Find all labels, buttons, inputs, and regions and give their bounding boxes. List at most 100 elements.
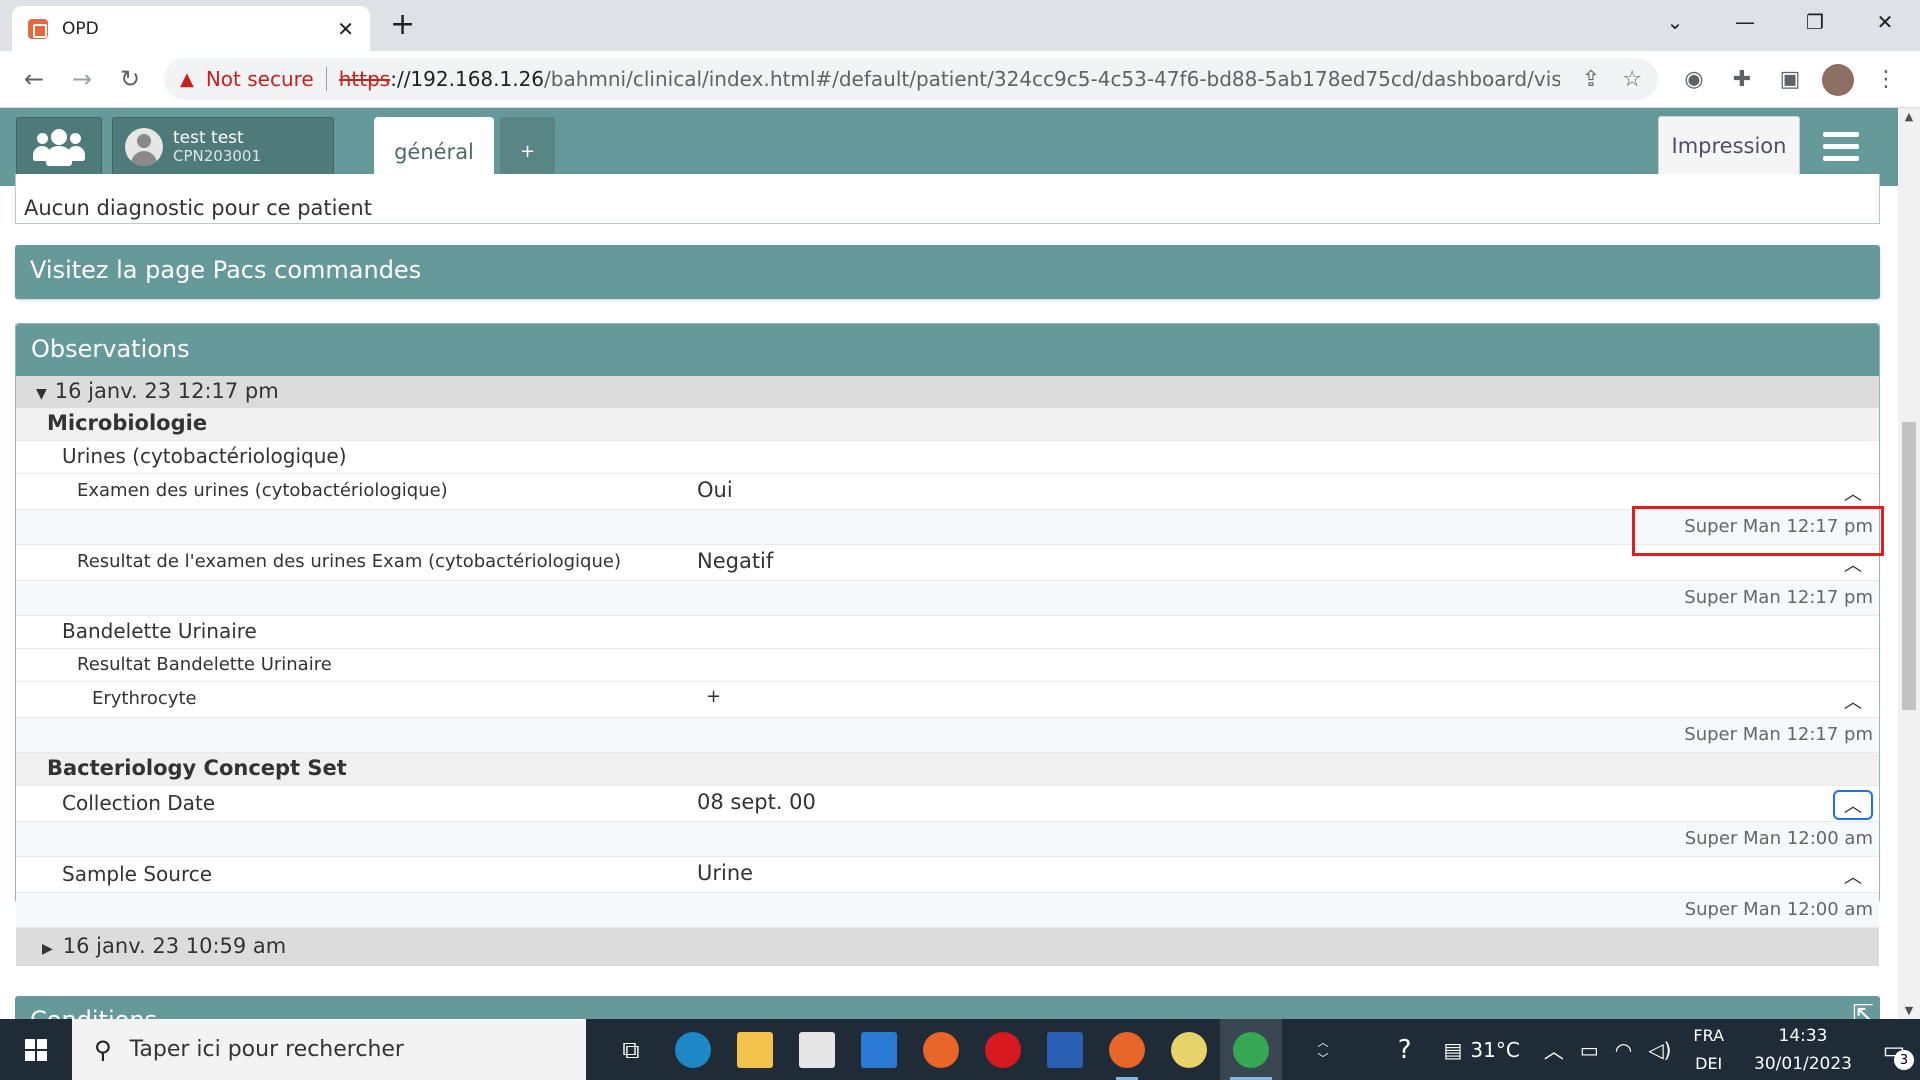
taskbar-search[interactable]: ⚲ Taper ici pour rechercher: [72, 1019, 586, 1080]
taskbar-scroll[interactable]: ︿ ﹀: [1310, 1019, 1336, 1080]
task-view-icon: ⧉: [622, 1035, 640, 1064]
share-icon[interactable]: ⇪: [1582, 67, 1600, 92]
open-external-icon[interactable]: ⇱: [1852, 1000, 1874, 1019]
media-player-icon: [1171, 1031, 1207, 1068]
subgroup-heading: Urines (cytobactériologique): [16, 441, 1879, 474]
tab-title: OPD: [62, 18, 99, 39]
opera-app[interactable]: [972, 1019, 1034, 1080]
close-window-button[interactable]: ✕: [1850, 0, 1920, 44]
observation-label: Sample Source: [62, 862, 213, 886]
minimize-button[interactable]: —: [1710, 0, 1780, 44]
mail-app[interactable]: [848, 1019, 910, 1080]
security-status[interactable]: Not secure: [206, 67, 314, 91]
observation-meta-row: Super Man 12:17 pm: [16, 581, 1879, 616]
word-icon: [1047, 1031, 1083, 1068]
observation-meta-row: Super Man 12:00 am: [16, 893, 1879, 928]
url-text[interactable]: https://192.168.1.26/bahmni/clinical/ind…: [339, 67, 1560, 91]
chrome-icon: [1233, 1031, 1269, 1068]
url-host: ://192.168.1.26: [390, 67, 545, 91]
task-view-button[interactable]: ⧉: [600, 1019, 662, 1080]
scrollbar-thumb[interactable]: [1902, 422, 1916, 710]
divider: [325, 67, 327, 91]
close-tab-icon[interactable]: ✕: [337, 17, 354, 41]
observation-label: Examen des urines (cytobactériologique): [77, 480, 448, 501]
encounter-date-row[interactable]: ▶ 16 janv. 23 10:59 am: [16, 928, 1879, 966]
input-language[interactable]: FRA DEI: [1693, 1022, 1724, 1078]
word-app[interactable]: [1034, 1019, 1096, 1080]
new-tab-button[interactable]: +: [390, 8, 415, 42]
hamburger-menu-icon[interactable]: [1808, 116, 1874, 176]
browser-tab[interactable]: OPD ✕: [12, 6, 370, 51]
observation-value: +: [706, 686, 722, 707]
scroll-up-icon[interactable]: ▲: [1898, 110, 1920, 123]
forward-button[interactable]: →: [58, 59, 106, 99]
patient-info[interactable]: test test CPN203001: [112, 117, 334, 177]
scroll-down-icon[interactable]: ▼: [1898, 1004, 1920, 1017]
caret-right-icon: ▶: [42, 941, 53, 957]
bookmark-star-icon[interactable]: ☆: [1622, 67, 1642, 92]
chevron-up-icon[interactable]: ︿: [1318, 1034, 1329, 1050]
tray-expand-icon[interactable]: ︿: [1544, 1035, 1564, 1064]
help-icon[interactable]: ?: [1398, 1035, 1412, 1065]
media-app[interactable]: [1158, 1019, 1220, 1080]
warning-triangle-icon[interactable]: ▲: [180, 69, 194, 90]
page-scrollbar[interactable]: ▲ ▼: [1898, 108, 1920, 1019]
volume-icon[interactable]: ◁): [1648, 1038, 1671, 1062]
url-scheme: https: [338, 67, 391, 91]
chevron-up-icon[interactable]: ︿: [1833, 549, 1873, 579]
address-bar[interactable]: ▲ Not secure https://192.168.1.26/bahmni…: [164, 58, 1658, 100]
observation-label: Resultat de l'examen des urines Exam (cy…: [77, 551, 621, 572]
chevron-up-icon[interactable]: ︿: [1833, 686, 1873, 716]
chevron-up-icon[interactable]: ︿: [1833, 478, 1873, 508]
kebab-menu-icon[interactable]: ⋮: [1862, 67, 1910, 92]
observation-value: Oui: [697, 478, 733, 502]
firefox-app[interactable]: [910, 1019, 972, 1080]
tab-search-icon[interactable]: ⌄: [1640, 0, 1710, 44]
firefox-app-2[interactable]: [1096, 1019, 1158, 1080]
edge-app[interactable]: [662, 1019, 724, 1080]
print-button[interactable]: Impression: [1658, 116, 1800, 176]
patient-id: CPN203001: [173, 147, 262, 165]
observation-row: Erythrocyte + ︿: [16, 682, 1879, 718]
wifi-icon[interactable]: ◠: [1615, 1038, 1632, 1062]
side-panel-icon[interactable]: ▣: [1766, 67, 1814, 92]
chevron-up-icon[interactable]: ︿: [1833, 861, 1873, 891]
weather-icon[interactable]: ▤: [1444, 1038, 1463, 1062]
profile-avatar[interactable]: [1822, 63, 1854, 96]
start-button[interactable]: [0, 1019, 72, 1080]
notification-center[interactable]: ▭ 3: [1868, 1019, 1920, 1080]
observation-row: Resultat de l'examen des urines Exam (cy…: [16, 545, 1879, 581]
users-icon: [33, 127, 85, 167]
battery-icon[interactable]: ▭: [1580, 1038, 1599, 1062]
conditions-section-header: Conditions ⇱: [15, 996, 1880, 1019]
store-app[interactable]: [786, 1019, 848, 1080]
puzzle-extensions-icon[interactable]: ✚: [1718, 67, 1766, 92]
encounter-date: 16 janv. 23 12:17 pm: [54, 379, 279, 403]
back-button[interactable]: ←: [10, 59, 58, 99]
system-tray: ? ▤ 31°C ︿ ▭ ◠ ◁) FRA DEI 14:33 30/01/20…: [1390, 1019, 1920, 1080]
windows-taskbar: ⚲ Taper ici pour rechercher ⧉ ︿ ﹀ ? ▤ 31°…: [0, 1019, 1920, 1080]
file-explorer-app[interactable]: [724, 1019, 786, 1080]
clock[interactable]: 14:33 30/01/2023: [1754, 1022, 1852, 1078]
dashboard-button[interactable]: [16, 117, 102, 177]
browser-tabstrip: OPD ✕ + ⌄ — ❐ ✕: [0, 0, 1920, 51]
observation-value: 08 sept. 00: [697, 790, 816, 814]
firefox-icon: [923, 1031, 959, 1068]
observation-meta-row: Super Man 12:17 pm: [16, 718, 1879, 753]
pacs-orders-link[interactable]: Visitez la page Pacs commandes: [15, 245, 1880, 299]
reload-button[interactable]: ↻: [106, 59, 154, 99]
folder-icon: [737, 1031, 773, 1068]
encounter-date-row[interactable]: ▼ 16 janv. 23 12:17 pm: [16, 376, 1879, 408]
subgroup-heading: Bandelette Urinaire: [16, 616, 1879, 649]
diagnosis-section: Aucun diagnostic pour ce patient: [15, 174, 1880, 224]
search-icon: ⚲: [94, 1035, 112, 1064]
chrome-app[interactable]: [1220, 1019, 1282, 1080]
store-icon: [799, 1031, 835, 1068]
chevron-up-icon[interactable]: ︿: [1833, 790, 1873, 820]
observations-title: Observations: [16, 324, 1879, 376]
restore-button[interactable]: ❐: [1780, 0, 1850, 44]
chevron-down-icon[interactable]: ﹀: [1318, 1050, 1329, 1066]
group-heading: Bacteriology Concept Set: [16, 753, 1879, 786]
temperature[interactable]: 31°C: [1470, 1038, 1519, 1062]
extension-g-icon[interactable]: ◉: [1670, 67, 1718, 92]
